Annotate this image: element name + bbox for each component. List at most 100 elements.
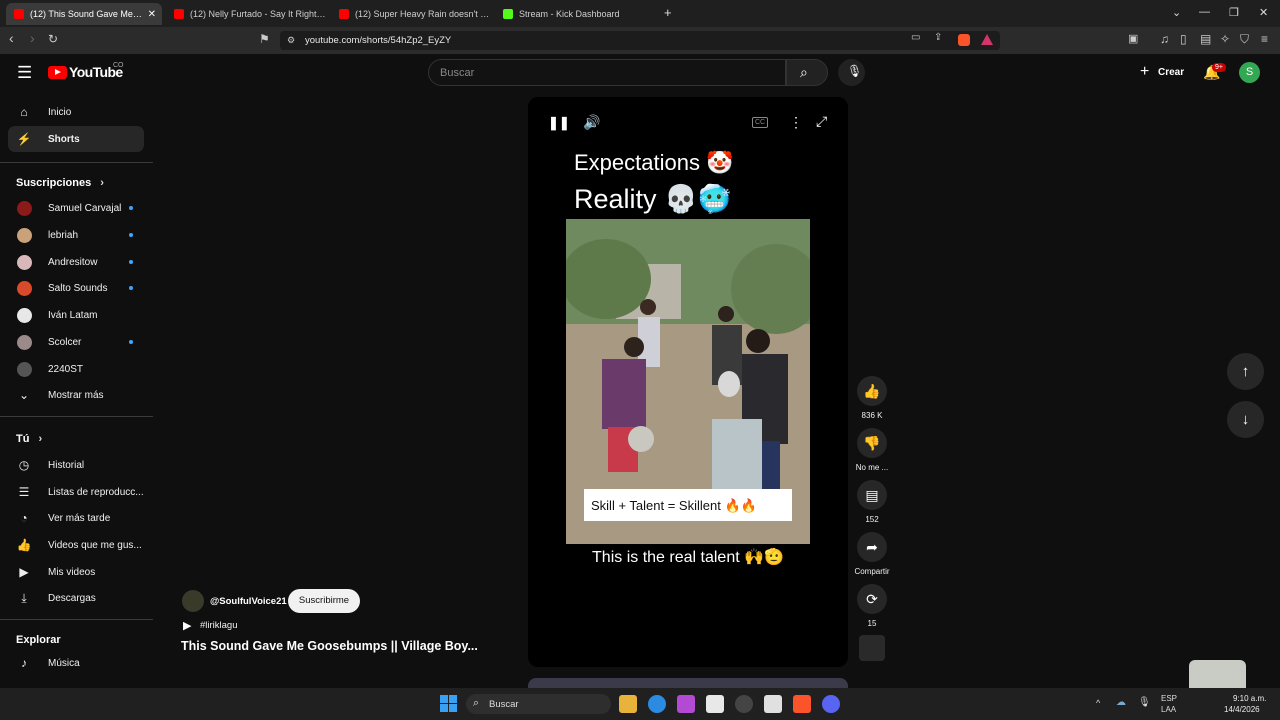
create-button[interactable]: Crear bbox=[1158, 67, 1184, 78]
reading-view-icon[interactable]: ▯ bbox=[1180, 32, 1187, 46]
input-layout[interactable]: LAA bbox=[1161, 705, 1176, 714]
url-text[interactable]: youtube.com/shorts/54hZp2_EyZY bbox=[305, 35, 451, 46]
you-heading[interactable]: Tú › bbox=[16, 433, 42, 445]
tray-chevron-icon[interactable]: ^ bbox=[1096, 698, 1100, 708]
sidebar-item-playlists[interactable]: ☰ Listas de reproducc... bbox=[8, 479, 144, 505]
fullscreen-icon[interactable]: ⤢ bbox=[816, 113, 827, 130]
back-icon[interactable]: ‹ bbox=[9, 30, 14, 46]
menu-icon[interactable]: ≡ bbox=[1261, 32, 1268, 46]
media-icon[interactable]: ♫ bbox=[1160, 32, 1169, 46]
brave-icon[interactable] bbox=[793, 695, 811, 713]
edge-icon[interactable] bbox=[648, 695, 666, 713]
search-input[interactable]: Buscar bbox=[428, 59, 786, 86]
sidebar-item-liked-videos[interactable]: 👍 Videos que me gus... bbox=[8, 532, 144, 558]
hashtag-link[interactable]: #liriklagu bbox=[200, 620, 238, 631]
copilot-icon[interactable] bbox=[677, 695, 695, 713]
subscribe-button[interactable]: Suscribirme bbox=[288, 589, 360, 613]
brave-rewards-icon[interactable] bbox=[981, 34, 993, 45]
plus-icon[interactable]: + bbox=[1140, 63, 1149, 81]
more-options-icon[interactable]: ⋮ bbox=[789, 114, 803, 131]
clock-date[interactable]: 14/4/2026 bbox=[1224, 705, 1260, 714]
sidebar-item-watch-later[interactable]: ◔ Ver más tarde bbox=[8, 505, 144, 531]
wallet-icon[interactable]: ▤ bbox=[1200, 32, 1211, 46]
share-button[interactable]: ➦ bbox=[857, 532, 887, 562]
youtube-logo-icon[interactable] bbox=[48, 66, 67, 79]
sidebar-item-historial[interactable]: ◷ Historial bbox=[8, 452, 144, 478]
capcut-icon[interactable] bbox=[764, 695, 782, 713]
sidebar-item-shorts[interactable]: ⚡ Shorts bbox=[8, 126, 144, 152]
floating-preview-thumbnail[interactable] bbox=[1189, 660, 1246, 688]
dislike-button[interactable]: 👎 bbox=[857, 428, 887, 458]
channel-handle[interactable]: @SoulfulVoice21 bbox=[210, 596, 287, 607]
forward-icon[interactable]: › bbox=[30, 30, 35, 46]
channel-avatar bbox=[17, 334, 32, 350]
reload-icon[interactable]: ↻ bbox=[48, 32, 58, 46]
sidebar-divider bbox=[0, 416, 153, 417]
sidebar-item-my-videos[interactable]: ▶ Mis videos bbox=[8, 559, 144, 585]
volume-icon[interactable]: 🔊 bbox=[583, 114, 600, 131]
country-code: CO bbox=[113, 62, 124, 69]
sidebar-item-subscription[interactable]: Scolcer bbox=[8, 329, 144, 355]
leo-ai-icon[interactable]: ✧ bbox=[1220, 32, 1230, 46]
brave-shields-icon[interactable] bbox=[958, 34, 970, 46]
maximize-icon[interactable]: ❐ bbox=[1229, 6, 1239, 19]
settings-icon[interactable] bbox=[735, 695, 753, 713]
browser-tab-active[interactable]: (12) This Sound Gave Me Goosebumps || Vi… bbox=[6, 3, 162, 25]
sidebar-item-music[interactable]: ♪ Música bbox=[8, 650, 144, 676]
vpn-shield-icon[interactable]: ⛉ bbox=[1240, 32, 1249, 47]
next-short-preview[interactable] bbox=[528, 678, 848, 688]
browser-tab[interactable]: Stream - Kick Dashboard bbox=[495, 3, 655, 25]
captions-icon[interactable]: CC bbox=[752, 117, 769, 128]
discord-icon[interactable] bbox=[822, 695, 840, 713]
subscriptions-heading[interactable]: Suscripciones › bbox=[16, 177, 104, 189]
next-short-button[interactable]: ↓ bbox=[1227, 401, 1264, 438]
taskbar-search[interactable] bbox=[466, 694, 611, 714]
comments-button[interactable]: ▤ bbox=[857, 480, 887, 510]
sidebar-item-subscription[interactable]: Iván Latam bbox=[8, 302, 144, 328]
sidebar-item-subscription[interactable]: lebriah bbox=[8, 222, 144, 248]
sidebar-item-show-more[interactable]: ⌄ Mostrar más bbox=[8, 382, 144, 408]
voice-search-button[interactable]: 🎙 bbox=[838, 59, 865, 86]
file-explorer-icon[interactable] bbox=[619, 695, 637, 713]
audio-thumbnail[interactable] bbox=[859, 635, 885, 661]
play-icon: ▶ bbox=[183, 620, 192, 632]
sidebar-item-label: Videos que me gus... bbox=[48, 539, 142, 551]
browser-tab[interactable]: (12) Nelly Furtado - Say It Right (Offic… bbox=[166, 3, 326, 25]
sidebar-item-inicio[interactable]: ⌂ Inicio bbox=[8, 99, 144, 125]
sidebar-item-subscription[interactable]: Andresitow bbox=[8, 249, 144, 275]
share-page-icon[interactable]: ⇪ bbox=[934, 32, 942, 43]
close-tab-icon[interactable]: ✕ bbox=[148, 9, 156, 20]
onedrive-icon[interactable]: ☁ bbox=[1116, 697, 1126, 708]
close-window-icon[interactable]: ✕ bbox=[1259, 6, 1268, 19]
sidebar-item-subscription[interactable]: Salto Sounds bbox=[8, 275, 144, 301]
channel-avatar bbox=[17, 200, 32, 216]
sidebar-item-subscription[interactable]: Samuel Carvajal bbox=[8, 195, 144, 221]
like-button[interactable]: 👍 bbox=[857, 376, 887, 406]
hamburger-menu-icon[interactable]: ☰ bbox=[17, 63, 32, 83]
channel-avatar bbox=[17, 254, 32, 270]
avatar[interactable]: S bbox=[1239, 62, 1260, 83]
sidebar-item-label: Shorts bbox=[48, 133, 80, 145]
bookmark-icon[interactable]: ⚑ bbox=[259, 32, 270, 46]
tray-mic-icon[interactable]: 🎙 bbox=[1138, 697, 1151, 708]
remix-button[interactable]: ⟳ bbox=[857, 584, 887, 614]
browser-tab[interactable]: (12) Super Heavy Rain doesn't stop at ni… bbox=[331, 3, 491, 25]
input-language[interactable]: ESP bbox=[1161, 694, 1177, 703]
site-info-icon[interactable]: ⚙ bbox=[287, 35, 295, 46]
pause-icon[interactable]: ❚❚ bbox=[548, 115, 570, 131]
cast-icon[interactable]: ▭ bbox=[911, 32, 920, 43]
new-tab-icon[interactable]: + bbox=[664, 5, 672, 20]
tab-search-chevron-icon[interactable]: ⌄ bbox=[1172, 6, 1181, 19]
sidebar-panel-icon[interactable]: ▣ bbox=[1128, 32, 1138, 45]
sidebar-item-subscription[interactable]: 2240ST bbox=[8, 356, 144, 382]
windows-start-icon[interactable] bbox=[440, 695, 457, 712]
channel-avatar[interactable] bbox=[182, 590, 204, 612]
minimize-icon[interactable]: — bbox=[1199, 6, 1210, 18]
like-count: 836 K bbox=[861, 411, 883, 420]
previous-short-button[interactable]: ↑ bbox=[1227, 353, 1264, 390]
video-title[interactable]: This Sound Gave Me Goosebumps || Village… bbox=[181, 639, 478, 653]
store-icon[interactable] bbox=[706, 695, 724, 713]
clock-time[interactable]: 9:10 a.m. bbox=[1233, 694, 1266, 703]
search-button[interactable]: ⌕ bbox=[786, 59, 828, 86]
sidebar-item-downloads[interactable]: ⤓ Descargas bbox=[8, 585, 144, 611]
